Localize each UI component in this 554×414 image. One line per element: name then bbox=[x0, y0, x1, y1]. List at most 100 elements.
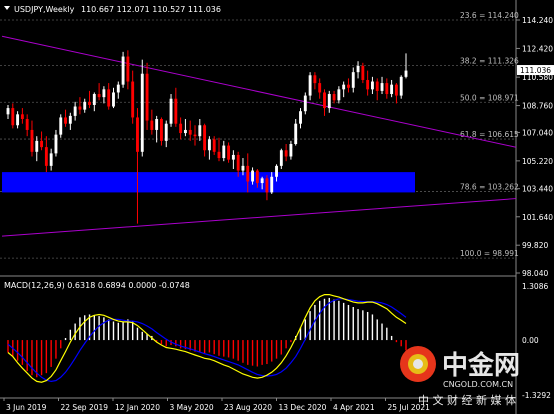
candle-body bbox=[246, 165, 250, 182]
candle-body bbox=[112, 92, 115, 107]
candle-body bbox=[275, 165, 278, 177]
candle-body bbox=[279, 150, 283, 166]
candle-body bbox=[44, 147, 48, 166]
time-tick-label: 22 Sep 2019 bbox=[61, 403, 109, 412]
candle-body bbox=[265, 178, 269, 193]
candle-body bbox=[366, 79, 370, 90]
candle-body bbox=[174, 98, 178, 124]
candle-body bbox=[323, 92, 326, 109]
candle-body bbox=[102, 89, 106, 98]
candle-body bbox=[217, 151, 221, 159]
price-tick-label: 103.440 bbox=[522, 185, 553, 194]
candle-body bbox=[347, 84, 350, 88]
candle-body bbox=[404, 70, 408, 77]
cngold-watermark: 中金网 CNGOLD.COM.CN 中 文 财 经 新 媒 体 bbox=[400, 346, 520, 407]
chart-header: USDJPY,Weekly 110.667 112.071 110.527 11… bbox=[4, 5, 221, 14]
candle-body bbox=[16, 114, 20, 126]
candle-body bbox=[207, 139, 211, 151]
current-price-label: 111.036 bbox=[520, 66, 551, 75]
current-price-marker: 111.036 bbox=[517, 65, 554, 76]
candle-body bbox=[198, 125, 202, 137]
candle-body bbox=[270, 176, 274, 193]
price-tick-label: 107.040 bbox=[522, 128, 553, 137]
candle-body bbox=[342, 84, 346, 90]
candle-body bbox=[303, 95, 307, 112]
candle-body bbox=[160, 119, 163, 141]
candle-body bbox=[145, 73, 149, 121]
time-tick-label: 3 May 2020 bbox=[170, 403, 214, 412]
candle-body bbox=[49, 153, 53, 166]
symbol-timeframe: USDJPY,Weekly bbox=[14, 5, 75, 14]
candle-body bbox=[375, 81, 379, 91]
candle-body bbox=[394, 84, 398, 96]
candle-body bbox=[251, 170, 254, 182]
candle-body bbox=[380, 83, 384, 91]
candle-body bbox=[136, 117, 139, 152]
candle-body bbox=[361, 65, 365, 80]
price-tick-label: 108.760 bbox=[522, 102, 553, 111]
candle-body bbox=[313, 75, 317, 84]
candle-body bbox=[121, 56, 125, 85]
candle-body bbox=[92, 94, 96, 105]
candle-body bbox=[327, 94, 331, 109]
candle-body bbox=[222, 145, 226, 159]
candle-body bbox=[212, 139, 216, 152]
candle-body bbox=[236, 154, 240, 171]
fib-label: 50.0 = 108.971 bbox=[460, 93, 519, 102]
candle-body bbox=[78, 106, 82, 110]
candle-body bbox=[351, 72, 355, 88]
candle-body bbox=[179, 123, 183, 134]
candle-body bbox=[68, 115, 72, 124]
candle-body bbox=[390, 84, 394, 95]
fib-label: 23.6 = 114.240 bbox=[460, 11, 519, 20]
macd-label: MACD(12,26,9) 0.6318 0.6894 0.0000 -0.07… bbox=[4, 281, 190, 290]
candle-body bbox=[64, 117, 67, 124]
watermark-brand: 中金网 bbox=[442, 350, 520, 381]
candle-body bbox=[294, 123, 298, 145]
candle-body bbox=[370, 81, 374, 90]
candle-body bbox=[88, 101, 91, 105]
candle-body bbox=[318, 83, 322, 93]
candle-body bbox=[54, 134, 58, 154]
candle-body bbox=[289, 144, 293, 157]
candle-body bbox=[188, 129, 192, 135]
candle-body bbox=[332, 94, 336, 101]
candle-body bbox=[73, 106, 77, 116]
candle-body bbox=[97, 94, 101, 98]
watermark-slogan: 中 文 财 经 新 媒 体 bbox=[418, 393, 516, 407]
candle-body bbox=[116, 84, 120, 93]
support-zone-rect[interactable] bbox=[2, 172, 415, 193]
candle-body bbox=[284, 150, 288, 157]
candle-body bbox=[131, 81, 135, 118]
ohlc-values: 110.667 112.071 110.527 111.036 bbox=[81, 5, 221, 14]
support-zone[interactable] bbox=[2, 172, 415, 193]
candle-body bbox=[183, 129, 187, 134]
candle-body bbox=[169, 98, 173, 124]
candle-body bbox=[83, 101, 87, 110]
watermark-domain: CNGOLD.COM.CN bbox=[443, 380, 513, 389]
candle-body bbox=[140, 73, 144, 152]
candle-body bbox=[299, 111, 302, 124]
candle-body bbox=[203, 125, 207, 151]
fib-label: 38.2 = 111.326 bbox=[460, 57, 519, 66]
candle-body bbox=[155, 119, 159, 130]
candle-body bbox=[308, 75, 312, 96]
candle-body bbox=[150, 120, 154, 130]
macd-tick-label: -1.3292 bbox=[522, 391, 551, 400]
fib-label: 100.0 = 98.991 bbox=[460, 249, 519, 258]
candle-body bbox=[337, 89, 341, 101]
price-tick-label: 99.820 bbox=[522, 241, 548, 250]
candle-body bbox=[227, 145, 231, 160]
price-tick-label: 101.640 bbox=[522, 213, 553, 222]
candle-body bbox=[107, 89, 111, 107]
candle-body bbox=[20, 114, 24, 120]
candle-body bbox=[6, 108, 10, 115]
candle-body bbox=[231, 154, 235, 160]
usdjpy-weekly-chart[interactable]: 23.6 = 114.240 38.2 = 111.326 50.0 = 108.9… bbox=[0, 0, 554, 414]
candle-body bbox=[11, 108, 15, 126]
candle-body bbox=[356, 65, 360, 73]
candle-body bbox=[164, 123, 168, 141]
candle-body bbox=[40, 140, 44, 148]
candle-body bbox=[399, 76, 403, 96]
cngold-logo-icon bbox=[400, 346, 436, 382]
